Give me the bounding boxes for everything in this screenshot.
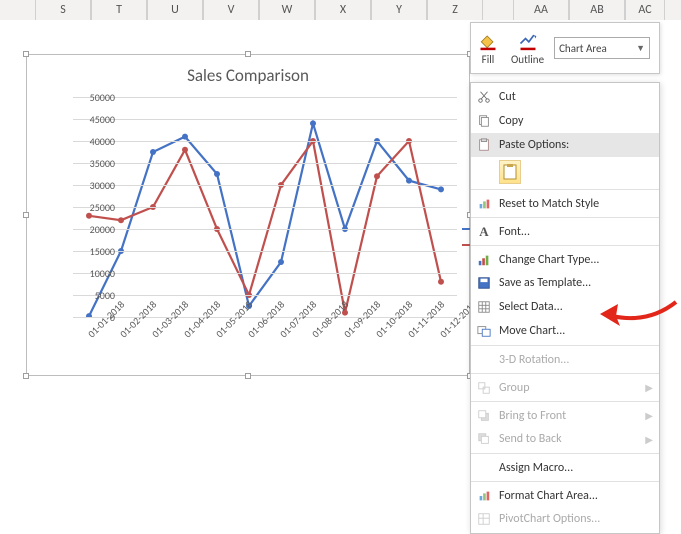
menu-assign-macro-label: Assign Macro... [499,461,573,475]
menu-paste-options-label: Paste Options: [499,138,569,152]
column-header-X[interactable]: X [315,0,371,20]
column-header-AC[interactable]: AC [625,0,665,20]
menu-move-chart[interactable]: Move Chart... [471,319,659,343]
menu-copy[interactable]: Copy [471,109,659,133]
pivot-options-icon [475,510,493,528]
fill-button[interactable]: Fill [471,23,505,73]
menu-move-chart-label: Move Chart... [499,324,565,338]
menu-group: Group ▶ [471,373,659,399]
menu-send-back: Send to Back ▶ [471,427,659,451]
outline-icon [517,31,539,51]
bring-front-icon [475,407,493,425]
menu-cut-label: Cut [499,90,516,104]
chart-plot-area[interactable]: 0500010000150002000025000300003500040000… [73,97,457,317]
y-tick-label: 40000 [71,135,115,148]
menu-change-type-label: Change Chart Type... [499,253,599,267]
series-line[interactable] [89,123,441,316]
menu-copy-label: Copy [499,114,523,128]
paste-keep-source-button[interactable] [499,160,521,184]
menu-reset-style[interactable]: Reset to Match Style [471,189,659,215]
menu-group-label: Group [499,381,530,395]
group-icon [475,379,493,397]
menu-cut[interactable]: Cut [471,85,659,109]
menu-select-data-label: Select Data... [499,300,563,314]
y-tick-label: 5000 [71,289,115,302]
column-header-Z[interactable]: Z [427,0,483,20]
menu-paste-options: Paste Options: [471,133,659,157]
save-template-icon [475,274,493,292]
menu-bring-front-label: Bring to Front [499,409,566,423]
menu-save-template-label: Save as Template... [499,276,591,290]
y-tick-label: 10000 [71,267,115,280]
y-tick-label: 25000 [71,201,115,214]
column-header-T[interactable]: T [91,0,147,20]
menu-font[interactable]: A Font... [471,217,659,243]
chart-element-combo[interactable]: Chart Area ▼ [554,37,650,59]
chart-container[interactable]: Sales Comparison 05000100001500020000250… [26,54,470,376]
chevron-down-icon: ▼ [636,43,645,54]
menu-pivot-options-label: PivotChart Options... [499,512,600,526]
send-back-icon [475,430,493,448]
font-icon: A [475,223,493,241]
chevron-right-icon: ▶ [645,381,653,394]
reset-style-icon [475,195,493,213]
column-header-U[interactable]: U [147,0,203,20]
combo-value: Chart Area [559,42,607,55]
menu-change-chart-type[interactable]: Change Chart Type... [471,245,659,271]
fill-label: Fill [482,53,495,66]
column-header-V[interactable]: V [203,0,259,20]
column-header-S[interactable]: S [35,0,91,20]
y-tick-label: 50000 [71,91,115,104]
outline-button[interactable]: Outline [505,23,550,73]
chevron-right-icon: ▶ [645,433,653,446]
series-line[interactable] [89,141,441,313]
fill-icon [477,31,499,51]
menu-font-label: Font... [499,225,530,239]
macro-icon [475,459,493,477]
outline-label: Outline [511,53,544,66]
column-header-AA[interactable]: AA [513,0,569,20]
column-header-Y[interactable]: Y [371,0,427,20]
chart-type-icon [475,251,493,269]
menu-pivotchart-options: PivotChart Options... [471,507,659,531]
menu-rotation-label: 3-D Rotation... [499,353,569,367]
context-menu: Cut Copy Paste Options: Reset to Match S… [470,82,660,534]
menu-save-template[interactable]: Save as Template... [471,271,659,295]
y-tick-label: 15000 [71,245,115,258]
menu-format-chart-area[interactable]: Format Chart Area... [471,481,659,507]
chart-title[interactable]: Sales Comparison [27,55,469,86]
column-header-W[interactable]: W [259,0,315,20]
copy-icon [475,112,493,130]
menu-assign-macro[interactable]: Assign Macro... [471,453,659,479]
menu-format-area-label: Format Chart Area... [499,489,598,503]
y-tick-label: 35000 [71,157,115,170]
mini-toolbar: Fill Outline Chart Area ▼ [470,22,660,74]
menu-bring-front: Bring to Front ▶ [471,401,659,427]
menu-send-back-label: Send to Back [499,432,562,446]
move-chart-icon [475,322,493,340]
scissors-icon [475,88,493,106]
clipboard-icon [503,164,517,180]
chevron-right-icon: ▶ [645,409,653,422]
menu-select-data[interactable]: Select Data... [471,295,659,319]
rotation-icon [475,351,493,369]
column-headers: STUVWXYZ AAABAC [0,0,681,20]
y-tick-label: 20000 [71,223,115,236]
clipboard-icon [475,136,493,154]
column-header-AB[interactable]: AB [569,0,625,20]
format-area-icon [475,487,493,505]
paste-options-row [471,157,659,187]
menu-3d-rotation: 3-D Rotation... [471,345,659,371]
y-tick-label: 45000 [71,113,115,126]
y-tick-label: 30000 [71,179,115,192]
select-data-icon [475,298,493,316]
menu-reset-label: Reset to Match Style [499,197,599,211]
